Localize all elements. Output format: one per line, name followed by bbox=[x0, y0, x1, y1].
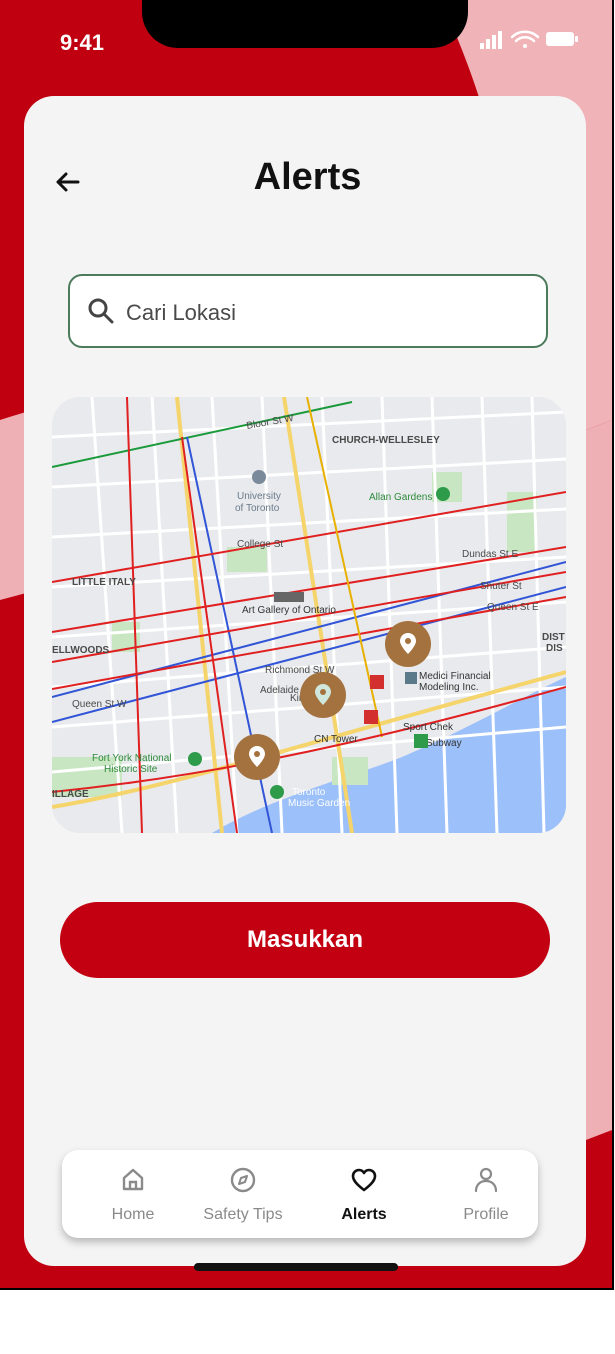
map-label: DIST bbox=[542, 632, 565, 643]
map-label: Subway bbox=[426, 738, 462, 749]
status-time: 9:41 bbox=[60, 30, 105, 55]
notch bbox=[142, 0, 468, 48]
signal-icon bbox=[480, 31, 502, 49]
bottom-nav: Home Safety Tips Alerts Profile bbox=[62, 1150, 538, 1238]
map-label: Modeling Inc. bbox=[419, 682, 478, 693]
map-label: Music Garden bbox=[288, 798, 350, 809]
nav-label: Profile bbox=[463, 1206, 509, 1223]
alert-pin[interactable] bbox=[234, 734, 280, 780]
compass-icon bbox=[230, 1167, 256, 1193]
park-pin-icon bbox=[270, 785, 284, 799]
map-label: Sport Chek bbox=[403, 722, 454, 733]
nav-item-safety-tips[interactable]: Safety Tips bbox=[188, 1150, 298, 1238]
nav-label: Home bbox=[111, 1206, 155, 1223]
park-pin-icon bbox=[188, 752, 202, 766]
map-label: CN Tower bbox=[314, 734, 358, 745]
map-label: Queen St E bbox=[487, 602, 539, 613]
gallery-icon bbox=[274, 592, 304, 602]
map-label: Toronto bbox=[292, 787, 326, 798]
nav-label: Safety Tips bbox=[203, 1206, 283, 1223]
map-label: Fort York National bbox=[92, 753, 172, 764]
map-canvas[interactable]: Bloor St W CHURCH-WELLESLEY University o… bbox=[52, 397, 566, 833]
map-label: ILLAGE bbox=[52, 789, 89, 800]
nav-item-alerts[interactable]: Alerts bbox=[309, 1150, 419, 1238]
home-indicator bbox=[194, 1263, 398, 1271]
subway-shop-icon bbox=[414, 734, 428, 748]
alert-pin[interactable] bbox=[300, 672, 346, 718]
status-bar: 9:41 bbox=[0, 0, 612, 88]
battery-icon bbox=[546, 32, 578, 46]
map-label: Dundas St E bbox=[462, 549, 518, 560]
map-view[interactable]: Bloor St W CHURCH-WELLESLEY University o… bbox=[52, 397, 566, 833]
alert-pin[interactable] bbox=[385, 621, 431, 667]
office-icon bbox=[405, 672, 417, 684]
home-icon bbox=[122, 1168, 144, 1191]
map-label: of Toronto bbox=[235, 503, 280, 514]
map-label: Medici Financial bbox=[419, 671, 491, 682]
heart-icon bbox=[351, 1168, 377, 1192]
status-icons bbox=[480, 30, 578, 49]
map-label: LITTLE ITALY bbox=[72, 577, 136, 588]
wifi-icon bbox=[510, 30, 540, 48]
nav-item-home[interactable]: Home bbox=[78, 1150, 188, 1238]
store-icon bbox=[370, 675, 384, 689]
search-box[interactable] bbox=[68, 274, 548, 348]
nav-label: Alerts bbox=[341, 1206, 387, 1223]
map-label: Art Gallery of Ontario bbox=[242, 605, 336, 616]
map-label: Allan Gardens bbox=[369, 492, 432, 503]
university-pin-icon bbox=[252, 470, 266, 484]
search-icon bbox=[88, 298, 114, 324]
map-label: CHURCH-WELLESLEY bbox=[332, 435, 440, 446]
map-label: Queen St W bbox=[72, 699, 127, 710]
map-label: University bbox=[237, 491, 281, 502]
store-icon bbox=[364, 710, 378, 724]
search-input[interactable] bbox=[124, 294, 528, 332]
map-label: DIS bbox=[546, 643, 563, 654]
map-label: Shuter St bbox=[480, 581, 522, 592]
map-label: College St bbox=[237, 539, 283, 550]
page-title: Alerts bbox=[253, 156, 362, 198]
nav-item-profile[interactable]: Profile bbox=[431, 1150, 541, 1238]
map-label: ELLWOODS bbox=[52, 645, 110, 656]
user-icon bbox=[474, 1167, 498, 1193]
park-pin-icon bbox=[436, 487, 450, 501]
submit-button[interactable]: Masukkan bbox=[60, 902, 550, 978]
map-label: Historic Site bbox=[104, 764, 158, 775]
